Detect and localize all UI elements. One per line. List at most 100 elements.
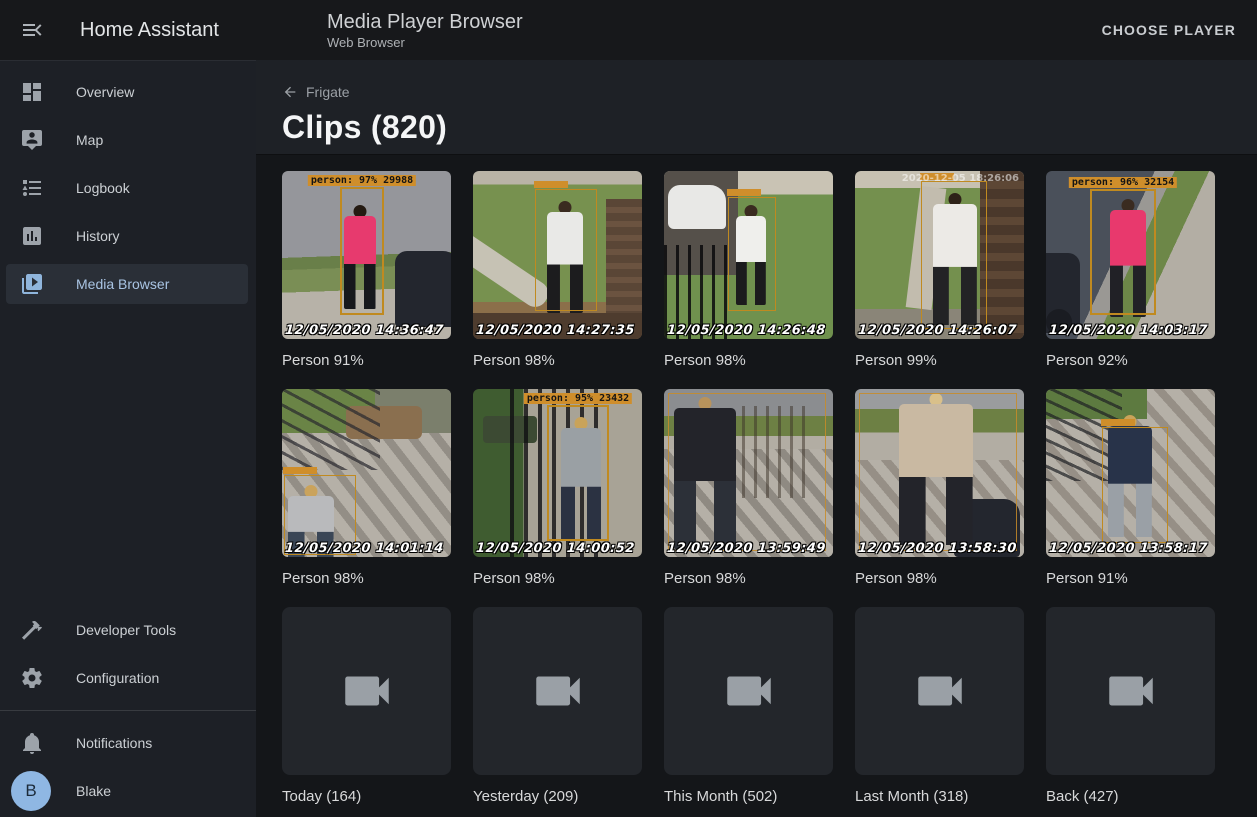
sidebar-divider xyxy=(0,710,256,711)
clip-caption: Person 98% xyxy=(664,352,833,369)
timestamp-overlay: 12/05/2020 14:00:52 xyxy=(475,541,635,556)
sidebar-spacer xyxy=(0,308,256,599)
clip-tile-10[interactable]: 12/05/2020 13:58:17 Person 91% xyxy=(1046,389,1215,587)
clip-caption: Person 98% xyxy=(473,570,642,587)
folder-tile-back[interactable]: Back (427) xyxy=(1046,607,1215,805)
detection-label: person: 97% 29988 xyxy=(308,175,416,186)
clip-tile-7[interactable]: person: 95% 23432 12/05/2020 14:00:52 Pe… xyxy=(473,389,642,587)
hammer-icon xyxy=(20,618,44,642)
railing-prop xyxy=(606,199,642,319)
sidebar-bottom-list: Developer Tools Configuration xyxy=(0,599,256,702)
person-bounding-box xyxy=(859,393,1017,551)
format-list-icon xyxy=(20,176,44,200)
sidebar-item-developer-tools[interactable]: Developer Tools xyxy=(0,606,256,654)
clip-caption: Person 91% xyxy=(1046,570,1215,587)
timestamp-overlay: 12/05/2020 14:01:14 xyxy=(284,541,444,556)
video-icon xyxy=(911,662,969,720)
clip-tile-5[interactable]: person: 96% 32154 12/05/2020 14:03:17 Pe… xyxy=(1046,171,1215,369)
clip-tile-4[interactable]: 2020-12-05 18:26:06 12/05/2020 14:26:07 … xyxy=(855,171,1024,369)
menu-open-icon xyxy=(20,18,44,42)
clip-tile-8[interactable]: 12/05/2020 13:59:49 Person 98% xyxy=(664,389,833,587)
sidebar-nav-list: Overview Map Logbook History Media Brows… xyxy=(0,61,256,308)
clip-caption: Person 91% xyxy=(282,352,451,369)
menu-toggle-button[interactable] xyxy=(8,6,56,54)
car-prop xyxy=(668,185,726,229)
clip-thumbnail: 12/05/2020 14:01:14 xyxy=(282,389,451,557)
stroller-prop xyxy=(395,251,451,327)
clip-thumbnail: 12/05/2020 13:58:17 xyxy=(1046,389,1215,557)
clip-caption: Person 98% xyxy=(855,570,1024,587)
timestamp-overlay: 12/05/2020 14:26:07 xyxy=(857,323,1017,338)
timestamp-overlay: 12/05/2020 13:59:49 xyxy=(666,541,826,556)
clip-tile-2[interactable]: 12/05/2020 14:27:35 Person 98% xyxy=(473,171,642,369)
video-icon xyxy=(720,662,778,720)
clip-caption: Person 98% xyxy=(664,570,833,587)
video-icon xyxy=(529,662,587,720)
person-bounding-box xyxy=(535,189,597,311)
video-icon xyxy=(1102,662,1160,720)
clip-caption: Person 99% xyxy=(855,352,1024,369)
person-bounding-box: person: 95% 23432 xyxy=(547,405,609,541)
clip-thumbnail: person: 97% 29988 12/05/2020 14:36:47 xyxy=(282,171,451,339)
folder-tile-yesterday[interactable]: Yesterday (209) xyxy=(473,607,642,805)
media-browser-content: Frigate Clips (820) person: 97% 29988 12… xyxy=(256,60,1257,817)
clip-tile-1[interactable]: person: 97% 29988 12/05/2020 14:36:47 Pe… xyxy=(282,171,451,369)
sidebar: Overview Map Logbook History Media Brows… xyxy=(0,60,256,817)
person-bounding-box xyxy=(728,197,776,311)
sidebar-item-map[interactable]: Map xyxy=(0,116,256,164)
app-title: Home Assistant xyxy=(80,19,270,42)
sidebar-item-history[interactable]: History xyxy=(0,212,256,260)
clip-tile-9[interactable]: 12/05/2020 13:58:30 Person 98% xyxy=(855,389,1024,587)
clip-caption: Person 98% xyxy=(473,352,642,369)
clip-thumbnail: person: 96% 32154 12/05/2020 14:03:17 xyxy=(1046,171,1215,339)
clip-thumbnail: 2020-12-05 18:26:06 12/05/2020 14:26:07 xyxy=(855,171,1024,339)
folder-thumbnail xyxy=(473,607,642,775)
clip-thumbnail: 12/05/2020 14:27:35 xyxy=(473,171,642,339)
clip-tile-3[interactable]: 12/05/2020 14:26:48 Person 98% xyxy=(664,171,833,369)
breadcrumb-back-frigate[interactable]: Frigate xyxy=(282,60,350,100)
sidebar-item-media-browser[interactable]: Media Browser xyxy=(0,260,256,308)
detection-label: person: 95% 23432 xyxy=(524,393,632,404)
folder-tile-this-month[interactable]: This Month (502) xyxy=(664,607,833,805)
folder-thumbnail xyxy=(282,607,451,775)
sidebar-item-profile[interactable]: B Blake xyxy=(0,767,256,815)
folder-tile-today[interactable]: Today (164) xyxy=(282,607,451,805)
view-dashboard-icon xyxy=(20,80,44,104)
timestamp-overlay: 12/05/2020 14:36:47 xyxy=(284,323,444,338)
content-header: Frigate Clips (820) xyxy=(256,60,1257,155)
sidebar-item-configuration[interactable]: Configuration xyxy=(0,654,256,702)
folder-thumbnail xyxy=(1046,607,1215,775)
folder-thumbnail xyxy=(855,607,1024,775)
timestamp-overlay: 12/05/2020 14:26:48 xyxy=(666,323,826,338)
media-browser-subtitle: Web Browser xyxy=(327,35,523,50)
timestamp-overlay: 12/05/2020 13:58:30 xyxy=(857,541,1017,556)
app-bar: Home Assistant Media Player Browser Web … xyxy=(0,0,1257,60)
timestamp-overlay: 12/05/2020 14:27:35 xyxy=(475,323,635,338)
media-browser-title: Media Player Browser xyxy=(327,10,523,34)
folder-tile-last-month[interactable]: Last Month (318) xyxy=(855,607,1024,805)
choose-player-button[interactable]: CHOOSE PLAYER xyxy=(1094,14,1244,46)
clip-caption: Person 92% xyxy=(1046,352,1215,369)
sidebar-item-notifications[interactable]: Notifications xyxy=(0,719,256,767)
clips-grid: person: 97% 29988 12/05/2020 14:36:47 Pe… xyxy=(256,155,1257,805)
clip-thumbnail: 12/05/2020 14:26:48 xyxy=(664,171,833,339)
tooltip-account-icon xyxy=(20,128,44,152)
folder-caption: Yesterday (209) xyxy=(473,788,642,805)
person-bounding-box xyxy=(668,393,826,551)
person-bounding-box: person: 96% 32154 xyxy=(1090,189,1156,315)
page-header-titles: Media Player Browser Web Browser xyxy=(327,10,523,50)
clip-tile-6[interactable]: 12/05/2020 14:01:14 Person 98% xyxy=(282,389,451,587)
bell-icon xyxy=(20,731,44,755)
video-icon xyxy=(338,662,396,720)
folder-caption: Last Month (318) xyxy=(855,788,1024,805)
clip-caption: Person 98% xyxy=(282,570,451,587)
person-bounding-box: person: 97% 29988 xyxy=(340,187,384,315)
sidebar-item-overview[interactable]: Overview xyxy=(0,68,256,116)
arrow-left-icon xyxy=(282,84,298,100)
camera-timestamp-overlay: 2020-12-05 18:26:06 xyxy=(902,173,1019,184)
folder-thumbnail xyxy=(664,607,833,775)
folder-caption: Today (164) xyxy=(282,788,451,805)
timestamp-overlay: 12/05/2020 13:58:17 xyxy=(1048,541,1208,556)
sidebar-item-logbook[interactable]: Logbook xyxy=(0,164,256,212)
clip-thumbnail: 12/05/2020 13:58:30 xyxy=(855,389,1024,557)
